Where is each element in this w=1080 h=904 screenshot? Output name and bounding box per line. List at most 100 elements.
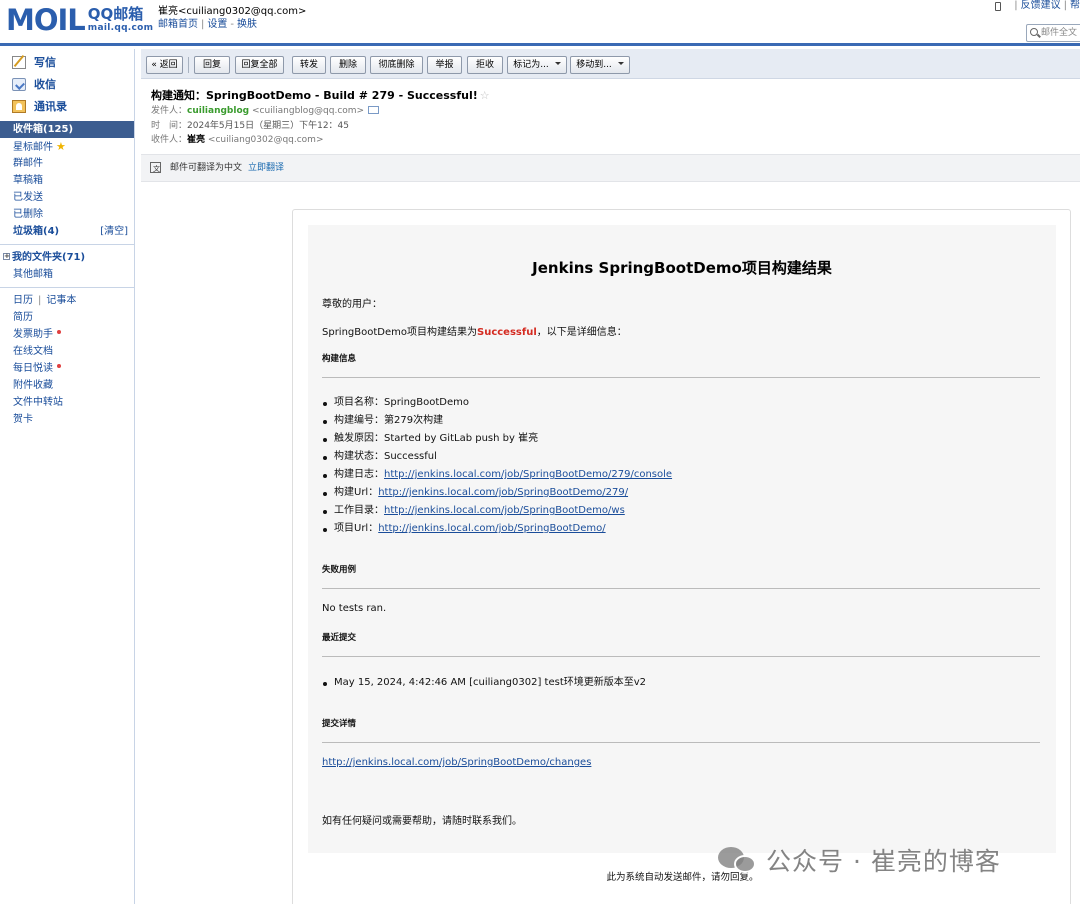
- sidebar-item-greeting-cards[interactable]: 贺卡: [0, 411, 134, 428]
- mark-as-dropdown[interactable]: 标记为...: [507, 56, 567, 74]
- mark-as-label: 标记为...: [513, 60, 549, 70]
- qq-mail-logo[interactable]: MOIL QQ邮箱 mail.qq.com: [6, 3, 153, 39]
- info-label: 构建Url：: [334, 487, 379, 498]
- translate-bar: 邮件可翻译为中文立即翻译: [141, 154, 1080, 182]
- skin-link[interactable]: 换肤: [237, 19, 257, 30]
- sidebar-item-starred[interactable]: 星标邮件 ★: [0, 138, 134, 155]
- sidebar-item-drafts[interactable]: 草稿箱: [0, 172, 134, 189]
- translate-now-link[interactable]: 立即翻译: [248, 163, 284, 173]
- sidebar-item-daily-reading[interactable]: 每日悦读: [0, 360, 134, 377]
- email-greeting: 尊敬的用户：: [322, 299, 382, 310]
- workspace-link[interactable]: http://jenkins.local.com/job/SpringBootD…: [384, 505, 625, 516]
- sidebar-item-calendar[interactable]: 日历: [13, 295, 33, 306]
- sidebar-item-my-folders[interactable]: + 我的文件夹(71): [0, 249, 134, 266]
- email-intro: SpringBootDemo项目构建结果为Successful，以下是详细信息：: [322, 323, 627, 338]
- sidebar-item-group-mail[interactable]: 群邮件: [0, 155, 134, 172]
- info-label: 项目Url：: [334, 523, 379, 534]
- build-info-list: 项目名称：SpringBootDemo 构建编号：第279次构建 触发原因：St…: [322, 394, 672, 538]
- clear-spam-link[interactable]: [清空]: [100, 223, 128, 240]
- divider: [322, 742, 1040, 743]
- list-item: 工作目录：http://jenkins.local.com/job/Spring…: [322, 502, 672, 520]
- new-dot-icon: [57, 364, 61, 368]
- move-to-dropdown[interactable]: 移动到...: [570, 56, 630, 74]
- contacts-button[interactable]: 通讯录: [0, 96, 134, 118]
- info-value: Started by GitLab push by 崔亮: [384, 433, 539, 444]
- email-content-panel: Jenkins SpringBootDemo项目构建结果 尊敬的用户： Spri…: [308, 225, 1056, 853]
- build-url-link[interactable]: http://jenkins.local.com/job/SpringBootD…: [378, 487, 628, 498]
- email-closing: 如有任何疑问或需要帮助，请随时联系我们。: [322, 816, 522, 827]
- list-item: 构建状态：Successful: [322, 448, 672, 466]
- star-toggle-icon[interactable]: ☆: [480, 89, 490, 102]
- search-icon: [1030, 28, 1038, 36]
- feedback-link[interactable]: 反馈建议: [1021, 0, 1061, 12]
- forward-button[interactable]: 转发: [292, 56, 326, 74]
- reply-button[interactable]: 回复: [194, 56, 230, 74]
- divider: [322, 588, 1040, 589]
- receive-button[interactable]: 收信: [0, 74, 134, 96]
- sidebar-item-attachments[interactable]: 附件收藏: [0, 377, 134, 394]
- user-info: 崔亮<cuiliang0302@qq.com> 邮箱首页 | 设置 - 换肤: [158, 6, 307, 30]
- delete-permanently-button[interactable]: 彻底删除: [370, 56, 423, 74]
- translate-text: 邮件可翻译为中文: [170, 163, 243, 173]
- changes-link[interactable]: http://jenkins.local.com/job/SpringBootD…: [322, 757, 591, 768]
- divider: [0, 244, 134, 245]
- back-button[interactable]: « 返回: [146, 56, 183, 74]
- search-input[interactable]: 邮件全文: [1026, 24, 1080, 42]
- divider: [188, 57, 189, 73]
- sidebar-item-other-mail[interactable]: 其他邮箱: [0, 266, 134, 283]
- sidebar-item-notes[interactable]: 记事本: [46, 295, 76, 306]
- logo-domain-text: mail.qq.com: [87, 23, 154, 33]
- email-body: Jenkins SpringBootDemo项目构建结果 尊敬的用户： Spri…: [292, 209, 1071, 904]
- translate-icon: [150, 156, 161, 182]
- contact-card-icon[interactable]: [368, 105, 380, 114]
- sidebar-item-sent[interactable]: 已发送: [0, 189, 134, 206]
- build-log-link[interactable]: http://jenkins.local.com/job/SpringBootD…: [384, 469, 672, 480]
- sender-name[interactable]: cuiliangblog: [187, 106, 249, 116]
- user-display: 崔亮<cuiliang0302@qq.com>: [158, 6, 307, 17]
- list-item: 构建Url：http://jenkins.local.com/job/Sprin…: [322, 484, 672, 502]
- sidebar-item-invoice-assistant[interactable]: 发票助手: [0, 326, 134, 343]
- time-value: 2024年5月15日（星期三）下午12：45: [187, 121, 350, 131]
- receive-label: 收信: [34, 78, 56, 91]
- sidebar: 写信 收信 通讯录 收件箱(125) 星标邮件 ★ 群邮件 草稿箱 已发送 已删除…: [0, 49, 135, 904]
- compose-label: 写信: [34, 56, 56, 69]
- logo-mark: MOIL: [6, 3, 86, 37]
- divider: [0, 287, 134, 288]
- commit-details-heading: 提交详情: [322, 719, 357, 729]
- reject-button[interactable]: 拒收: [467, 56, 503, 74]
- info-value: Successful: [384, 451, 437, 462]
- chevron-down-icon: [554, 62, 561, 65]
- reply-all-button[interactable]: 回复全部: [235, 56, 284, 74]
- move-to-label: 移动到...: [576, 60, 612, 70]
- project-url-link[interactable]: http://jenkins.local.com/job/SpringBootD…: [378, 523, 605, 534]
- info-label: 构建状态：: [334, 451, 384, 462]
- delete-button[interactable]: 删除: [330, 56, 366, 74]
- sidebar-item-online-docs[interactable]: 在线文档: [0, 343, 134, 360]
- sidebar-item-spam[interactable]: 垃圾箱(4) [清空]: [0, 223, 134, 240]
- recipient-name[interactable]: 崔亮: [187, 135, 205, 145]
- wechat-icon: [718, 845, 760, 875]
- phone-icon[interactable]: [995, 1, 1002, 11]
- top-header: MOIL QQ邮箱 mail.qq.com 崔亮<cuiliang0302@qq…: [0, 0, 1080, 46]
- sidebar-item-deleted[interactable]: 已删除: [0, 206, 134, 223]
- compose-button[interactable]: 写信: [0, 52, 134, 74]
- search-placeholder: 邮件全文: [1041, 28, 1078, 38]
- mail-home-link[interactable]: 邮箱首页: [158, 19, 198, 30]
- settings-link[interactable]: 设置: [207, 19, 227, 30]
- sidebar-item-label: 每日悦读: [13, 363, 53, 374]
- info-value: SpringBootDemo: [384, 397, 469, 408]
- info-label: 项目名称：: [334, 397, 384, 408]
- list-item: 项目名称：SpringBootDemo: [322, 394, 672, 412]
- sidebar-item-file-transfer[interactable]: 文件中转站: [0, 394, 134, 411]
- help-link[interactable]: 帮: [1070, 0, 1080, 12]
- expand-icon[interactable]: +: [3, 252, 10, 260]
- list-item: May 15, 2024, 4:42:46 AM [cuiliang0302] …: [322, 674, 646, 692]
- sidebar-item-inbox[interactable]: 收件箱(125): [0, 121, 134, 138]
- top-right-links: | 反馈建议 | 帮: [995, 0, 1080, 12]
- receive-icon: [12, 78, 26, 91]
- sidebar-item-resume[interactable]: 简历: [0, 309, 134, 326]
- info-label: 构建编号：: [334, 415, 384, 426]
- report-button[interactable]: 举报: [427, 56, 462, 74]
- sidebar-item-label: 垃圾箱(4): [13, 226, 60, 237]
- email-title: Jenkins SpringBootDemo项目构建结果: [532, 259, 832, 277]
